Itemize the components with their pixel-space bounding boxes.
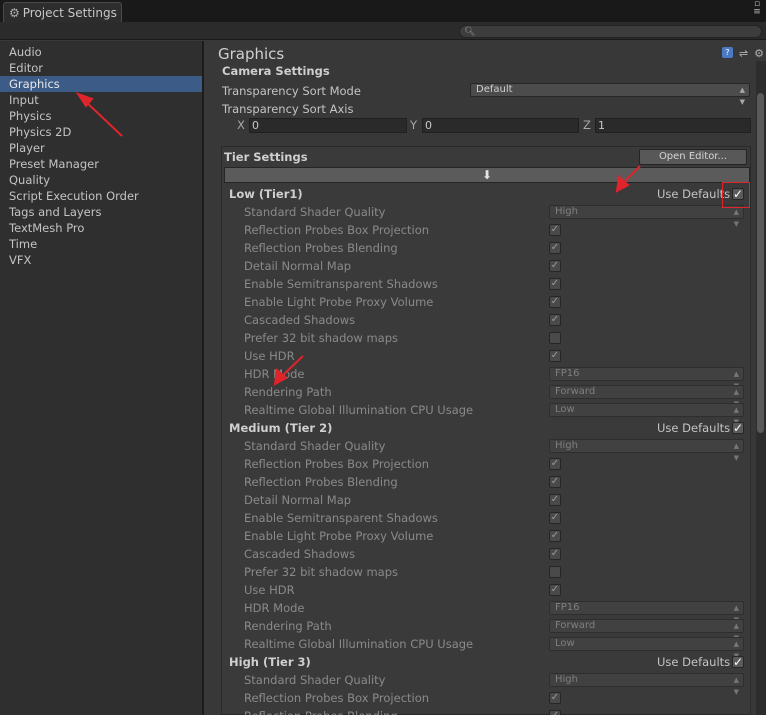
arrow-head-rendering-path [273, 368, 288, 386]
arrow-to-graphics [83, 99, 123, 137]
arrow-head-graphics [75, 92, 94, 108]
arrow-to-rendering-path [281, 355, 304, 377]
annotation-arrows [75, 92, 641, 386]
